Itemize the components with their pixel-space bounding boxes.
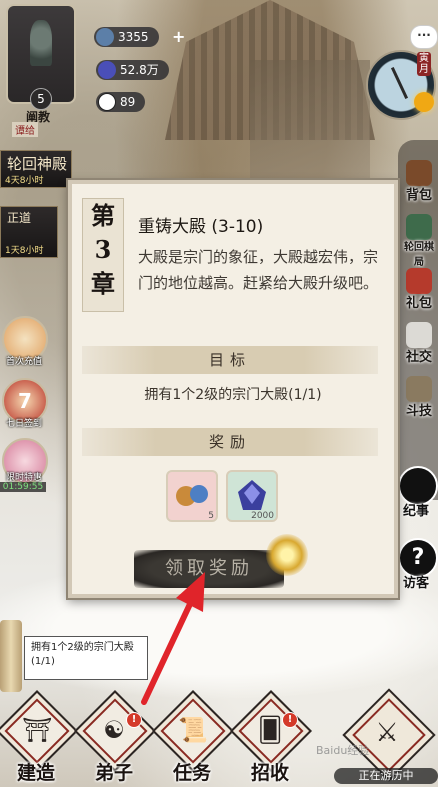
gift-label: 礼包 <box>405 296 432 311</box>
recruit-alert-badge: ! <box>282 712 298 728</box>
quest-description: 大殿是宗门的象征，大殿越宏伟，宗门的地位越高。赶紧给大殿升级吧。 <box>138 248 379 292</box>
duel-button[interactable]: 斗技 <box>400 376 438 422</box>
social-label: 社交 <box>405 350 432 365</box>
events-label: 纪事 <box>402 504 429 519</box>
currency-yin-yang: 89 <box>96 92 146 112</box>
spirit-stone-icon <box>98 61 116 79</box>
yin-yang-value: 89 <box>120 95 136 109</box>
scroll-icon: 📜 <box>178 716 208 744</box>
bag-label: 背包 <box>405 188 432 203</box>
jade-coin-icon <box>96 28 114 46</box>
nav-tasks-label: 任务 <box>172 762 211 784</box>
guest-button[interactable]: ? 访客 <box>394 536 438 592</box>
disciples-alert-badge: ! <box>126 712 142 728</box>
gift-icon <box>406 268 432 294</box>
jade-coin-value: 3355 <box>118 30 149 44</box>
month-label: 寅月 <box>417 52 431 76</box>
quest-title: 重铸大殿 (3-10) <box>138 217 264 237</box>
goal-header: 目标 <box>82 346 378 374</box>
add-currency-button[interactable]: + <box>172 27 185 46</box>
currency-spirit-stone: 52.8万 <box>96 60 169 80</box>
nav-recruit-label: 招收 <box>250 762 289 784</box>
travel-icon: ⚔ <box>375 718 399 748</box>
event-reincarnation-title: 轮回神殿 <box>7 155 68 173</box>
reward-beast-egg-count: 5 <box>208 511 214 521</box>
task-tracker[interactable]: 拥有1个2级的宗门大殿(1/1) <box>24 636 148 680</box>
task-scroll-icon[interactable] <box>0 620 22 692</box>
pagoda-icon: ⛩ <box>22 716 53 744</box>
chat-button[interactable]: ··· <box>410 25 438 49</box>
nav-recruit[interactable]: 🂠 招收 ! <box>229 689 313 787</box>
player-level: 5 <box>30 88 52 110</box>
bag-icon <box>406 160 432 186</box>
chess-board-icon <box>406 214 432 240</box>
nav-tasks[interactable]: 📜 任务 <box>151 689 235 787</box>
spirit-stone-value: 52.8万 <box>120 63 159 77</box>
event-orthodox[interactable]: 正道 1天8小时 <box>0 206 58 258</box>
travel-status-label: 正在游历中 <box>334 768 438 784</box>
reward-header: 奖励 <box>82 428 378 456</box>
gift-button[interactable]: 礼包 <box>400 268 438 314</box>
goal-text: 拥有1个2级的宗门大殿(1/1) <box>144 387 322 403</box>
nav-build-label: 建造 <box>16 762 55 784</box>
chapter-char-3: 章 <box>91 269 115 298</box>
nav-build[interactable]: ⛩ 建造 <box>0 689 79 787</box>
claim-reward-button[interactable]: 领取奖励 <box>134 550 284 588</box>
duel-label: 斗技 <box>405 404 432 419</box>
chapter-number: 3 <box>94 235 112 264</box>
chess-label: 轮回棋局 <box>404 242 434 268</box>
first-charge-label: 首次充值 <box>5 357 42 367</box>
chess-button[interactable]: 轮回棋局 <box>400 214 438 268</box>
sun-icon <box>414 92 434 112</box>
limited-offer-timer: 01:59:55 <box>0 482 46 492</box>
disciple-icon: ☯ <box>103 716 125 744</box>
nav-disciples-label: 弟子 <box>94 762 133 784</box>
player-faction-sub: 谭给 <box>12 122 38 137</box>
event-orthodox-title: 正道 <box>7 211 32 225</box>
bag-button[interactable]: 背包 <box>400 160 438 206</box>
task-tracker-text: 拥有1个2级的宗门大殿(1/1) <box>31 642 134 667</box>
event-reincarnation-temple[interactable]: 轮回神殿 4天8小时 <box>0 150 72 188</box>
guest-label: 访客 <box>402 576 429 591</box>
social-icon <box>406 322 432 348</box>
currency-jade-coin: 3355 <box>94 27 159 47</box>
reward-spirit-crystal-count: 2000 <box>251 511 274 521</box>
travel-button[interactable]: ⚔ 正在游历中 <box>330 688 438 787</box>
sect-emblem-icon <box>30 20 52 66</box>
chapter-quest-dialog: 第 3 章 重铸大殿 (3-10) 大殿是宗门的象征，大殿越宏伟，宗门的地位越高… <box>68 180 398 598</box>
watermark: Baidu经验 <box>316 744 370 757</box>
nav-disciples[interactable]: ☯ 弟子 ! <box>73 689 157 787</box>
reward-item-beast-egg[interactable]: 5 <box>166 470 218 522</box>
duel-icon <box>406 376 432 402</box>
sign-in-label: 七日签到 <box>5 419 42 429</box>
dial-needle-icon <box>390 66 409 100</box>
claim-glow-icon <box>266 534 308 576</box>
reward-item-spirit-crystal[interactable]: 2000 <box>226 470 278 522</box>
recruit-card-icon: 🂠 <box>257 716 283 744</box>
chapter-badge: 第 3 章 <box>82 198 124 312</box>
social-button[interactable]: 社交 <box>400 322 438 368</box>
event-reincarnation-timer: 4天8小时 <box>5 176 44 186</box>
events-button[interactable]: 纪事 <box>394 464 438 520</box>
event-orthodox-timer: 1天8小时 <box>5 246 44 256</box>
yin-yang-icon <box>98 93 116 111</box>
chapter-char-1: 第 <box>91 201 115 230</box>
